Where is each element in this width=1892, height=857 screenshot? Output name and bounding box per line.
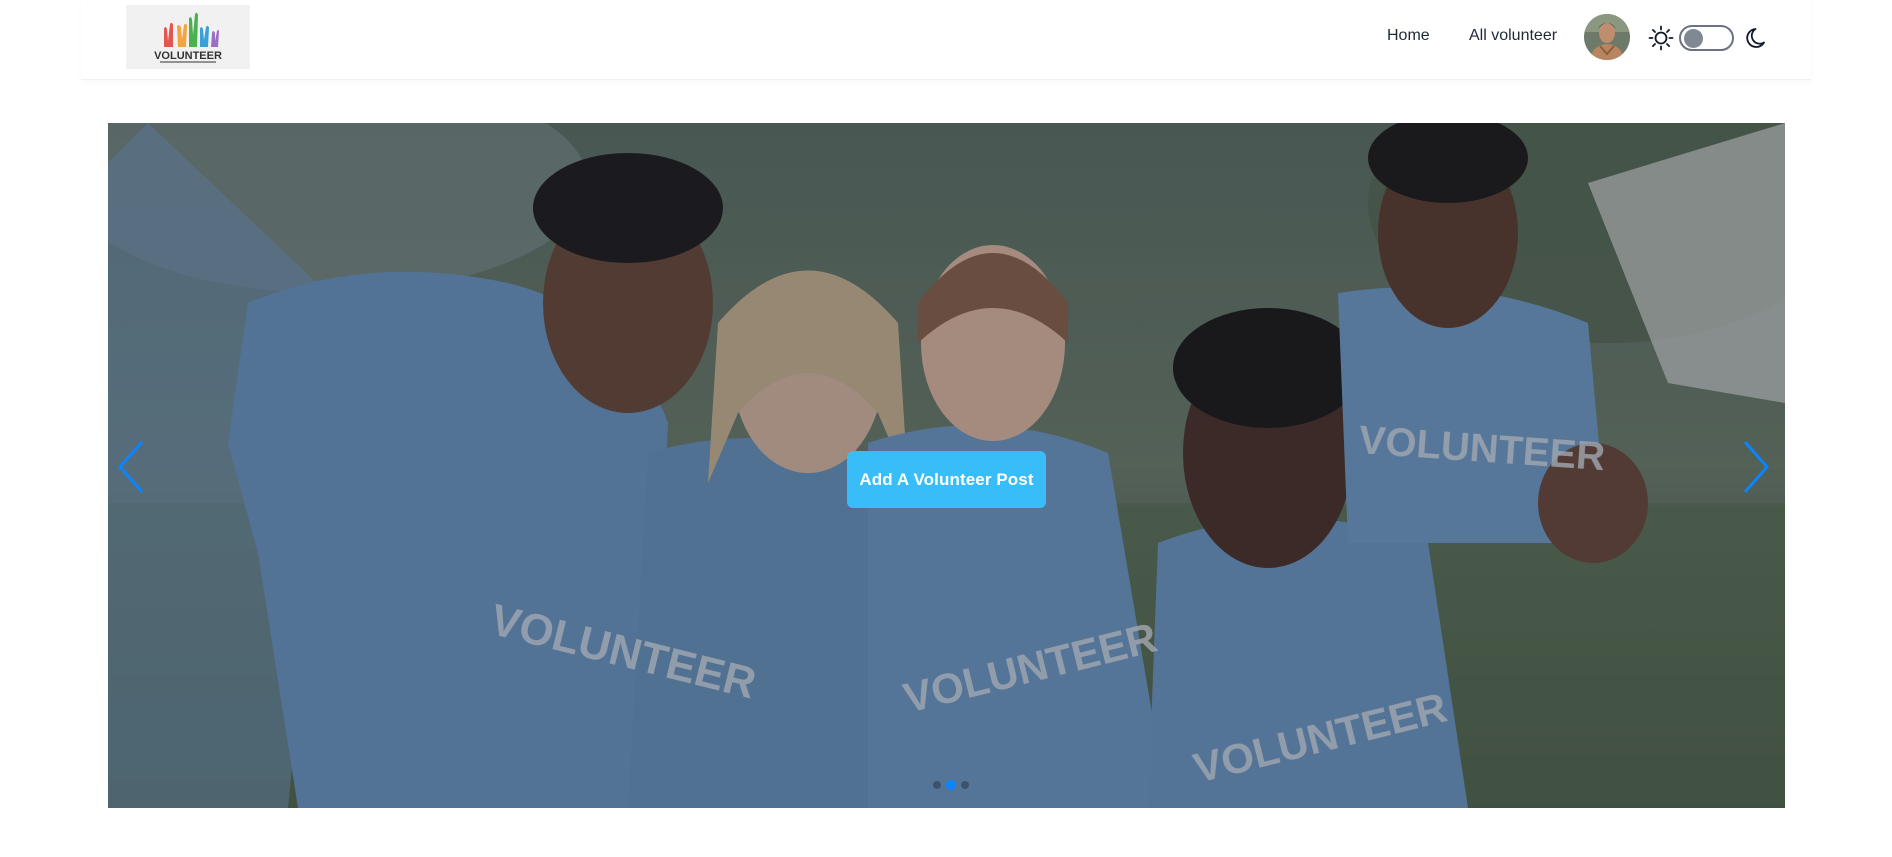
hero-slider: VOLUNTEER VOLUNTEER VOLUNTEER VOLUNTEER … [108,123,1785,808]
site-logo[interactable]: VOLUNTEER [126,5,250,69]
moon-icon [1746,28,1765,48]
slider-dot-2[interactable] [946,780,956,790]
logo-hands-icon: VOLUNTEER [154,12,222,63]
theme-toggle-knob [1684,29,1703,48]
user-avatar-image [1584,14,1630,60]
add-volunteer-post-button[interactable]: Add A Volunteer Post [847,451,1046,508]
nav-all-volunteer-link[interactable]: All volunteer [1469,27,1557,45]
nav-home-link[interactable]: Home [1387,27,1430,45]
slider-dot-3[interactable] [961,781,969,789]
slider-dot-1[interactable] [933,781,941,789]
navbar: VOLUNTEER Home All volunteer [81,0,1811,80]
slider-pagination [921,779,971,791]
slider-next-arrow-icon[interactable] [1739,438,1773,496]
theme-toggle[interactable] [1679,25,1734,51]
user-avatar[interactable] [1584,14,1630,60]
slider-prev-arrow-icon[interactable] [114,438,148,496]
sun-icon [1648,25,1674,51]
logo-text: VOLUNTEER [154,50,222,62]
